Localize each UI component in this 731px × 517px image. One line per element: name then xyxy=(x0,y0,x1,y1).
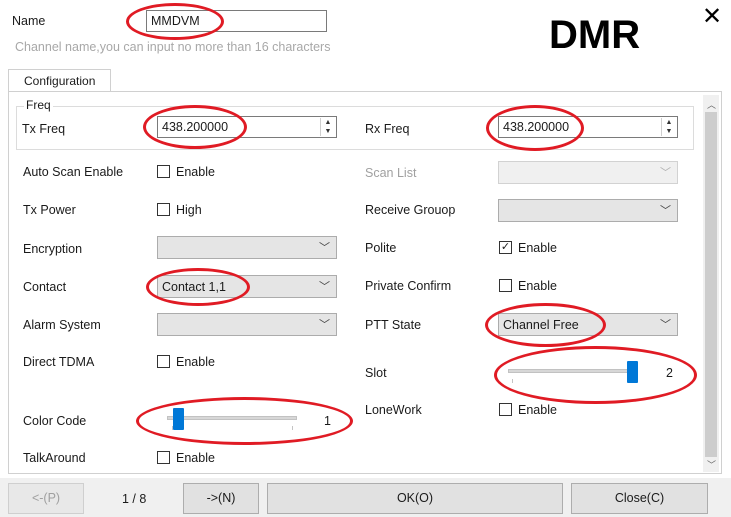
rx-freq-input[interactable]: 438.200000 ▲ ▼ xyxy=(498,116,678,138)
ptt-state-label: PTT State xyxy=(365,318,422,332)
polite-label: Polite xyxy=(365,241,397,255)
slot-slider-track[interactable] xyxy=(508,369,638,373)
tx-power-label: Tx Power xyxy=(23,203,76,217)
slider-tick xyxy=(512,379,513,383)
page-indicator: 1 / 8 xyxy=(122,492,147,506)
private-confirm-checkbox[interactable] xyxy=(499,279,512,292)
name-hint: Channel name,you can input no more than … xyxy=(15,40,331,54)
mode-title: DMR xyxy=(549,13,641,57)
scan-list-select[interactable]: ﹀ xyxy=(498,161,678,184)
lonework-check-label[interactable]: Enable xyxy=(518,403,557,417)
scrollbar-thumb[interactable] xyxy=(705,112,717,457)
tab-configuration-label: Configuration xyxy=(24,74,96,88)
vertical-scrollbar[interactable]: ︿ ﹀ xyxy=(703,95,719,472)
scan-list-label: Scan List xyxy=(365,166,417,180)
contact-value: Contact 1,1 xyxy=(162,280,226,294)
encryption-label: Encryption xyxy=(23,242,83,256)
receive-group-label: Receive Grouop xyxy=(365,203,456,217)
name-input[interactable]: MMDVM xyxy=(146,10,327,32)
encryption-select[interactable]: ﹀ xyxy=(157,236,337,259)
spin-up-icon[interactable]: ▲ xyxy=(321,118,335,127)
chevron-down-icon: ﹀ xyxy=(660,205,671,217)
rx-freq-label: Rx Freq xyxy=(365,122,410,136)
prev-page-button[interactable]: <-(P) xyxy=(8,483,84,514)
contact-label: Contact xyxy=(23,280,67,294)
private-confirm-check-label[interactable]: Enable xyxy=(518,279,557,293)
scroll-up-icon[interactable]: ︿ xyxy=(707,98,716,111)
spin-down-icon[interactable]: ▼ xyxy=(662,127,676,136)
slot-label: Slot xyxy=(365,366,387,380)
auto-scan-label: Auto Scan Enable xyxy=(23,165,124,179)
lonework-label: LoneWork xyxy=(365,403,422,417)
tx-freq-input[interactable]: 438.200000 ▲ ▼ xyxy=(157,116,337,138)
talkaround-check-label[interactable]: Enable xyxy=(176,451,215,465)
color-code-label: Color Code xyxy=(23,414,87,428)
polite-check-label[interactable]: Enable xyxy=(518,241,557,255)
slot-value: 2 xyxy=(666,366,673,380)
tx-freq-value: 438.200000 xyxy=(162,120,229,134)
tx-freq-spinner[interactable]: ▲ ▼ xyxy=(320,118,335,136)
slot-slider-thumb[interactable] xyxy=(627,361,638,383)
chevron-down-icon: ﹀ xyxy=(319,242,330,254)
name-label: Name xyxy=(12,14,46,28)
check-icon: ✓ xyxy=(500,241,511,253)
spin-down-icon[interactable]: ▼ xyxy=(321,127,335,136)
freq-group-label: Freq xyxy=(24,98,53,112)
scroll-down-icon[interactable]: ﹀ xyxy=(707,458,716,471)
rx-freq-spinner[interactable]: ▲ ▼ xyxy=(661,118,676,136)
talkaround-label: TalkAround xyxy=(23,451,86,465)
ptt-state-value: Channel Free xyxy=(503,318,579,332)
alarm-system-select[interactable]: ﹀ xyxy=(157,313,337,336)
direct-tdma-check-label[interactable]: Enable xyxy=(176,355,215,369)
slider-tick xyxy=(292,426,293,430)
tab-configuration[interactable]: Configuration xyxy=(8,69,111,92)
direct-tdma-checkbox[interactable] xyxy=(157,355,170,368)
auto-scan-check-label[interactable]: Enable xyxy=(176,165,215,179)
tx-power-checkbox[interactable] xyxy=(157,203,170,216)
color-code-slider-thumb[interactable] xyxy=(173,408,184,430)
rx-freq-value: 438.200000 xyxy=(503,120,570,134)
chevron-down-icon: ﹀ xyxy=(319,281,330,293)
auto-scan-checkbox[interactable] xyxy=(157,165,170,178)
next-page-button[interactable]: ->(N) xyxy=(183,483,259,514)
color-code-value: 1 xyxy=(324,414,331,428)
color-code-slider-track[interactable] xyxy=(167,416,297,420)
chevron-down-icon: ﹀ xyxy=(660,167,671,179)
direct-tdma-label: Direct TDMA xyxy=(23,355,95,369)
contact-select[interactable]: Contact 1,1 ﹀ xyxy=(157,275,337,298)
chevron-down-icon: ﹀ xyxy=(319,319,330,331)
receive-group-select[interactable]: ﹀ xyxy=(498,199,678,222)
tx-freq-label: Tx Freq xyxy=(22,122,66,136)
tx-power-check-label[interactable]: High xyxy=(176,203,202,217)
alarm-system-label: Alarm System xyxy=(23,318,101,332)
lonework-checkbox[interactable] xyxy=(499,403,512,416)
close-icon[interactable]: ✕ xyxy=(702,2,722,31)
ptt-state-select[interactable]: Channel Free ﹀ xyxy=(498,313,678,336)
close-button[interactable]: Close(C) xyxy=(571,483,708,514)
private-confirm-label: Private Confirm xyxy=(365,279,452,293)
chevron-down-icon: ﹀ xyxy=(660,319,671,331)
spin-up-icon[interactable]: ▲ xyxy=(662,118,676,127)
ok-button[interactable]: OK(O) xyxy=(267,483,563,514)
polite-checkbox[interactable]: ✓ xyxy=(499,241,512,254)
talkaround-checkbox[interactable] xyxy=(157,451,170,464)
